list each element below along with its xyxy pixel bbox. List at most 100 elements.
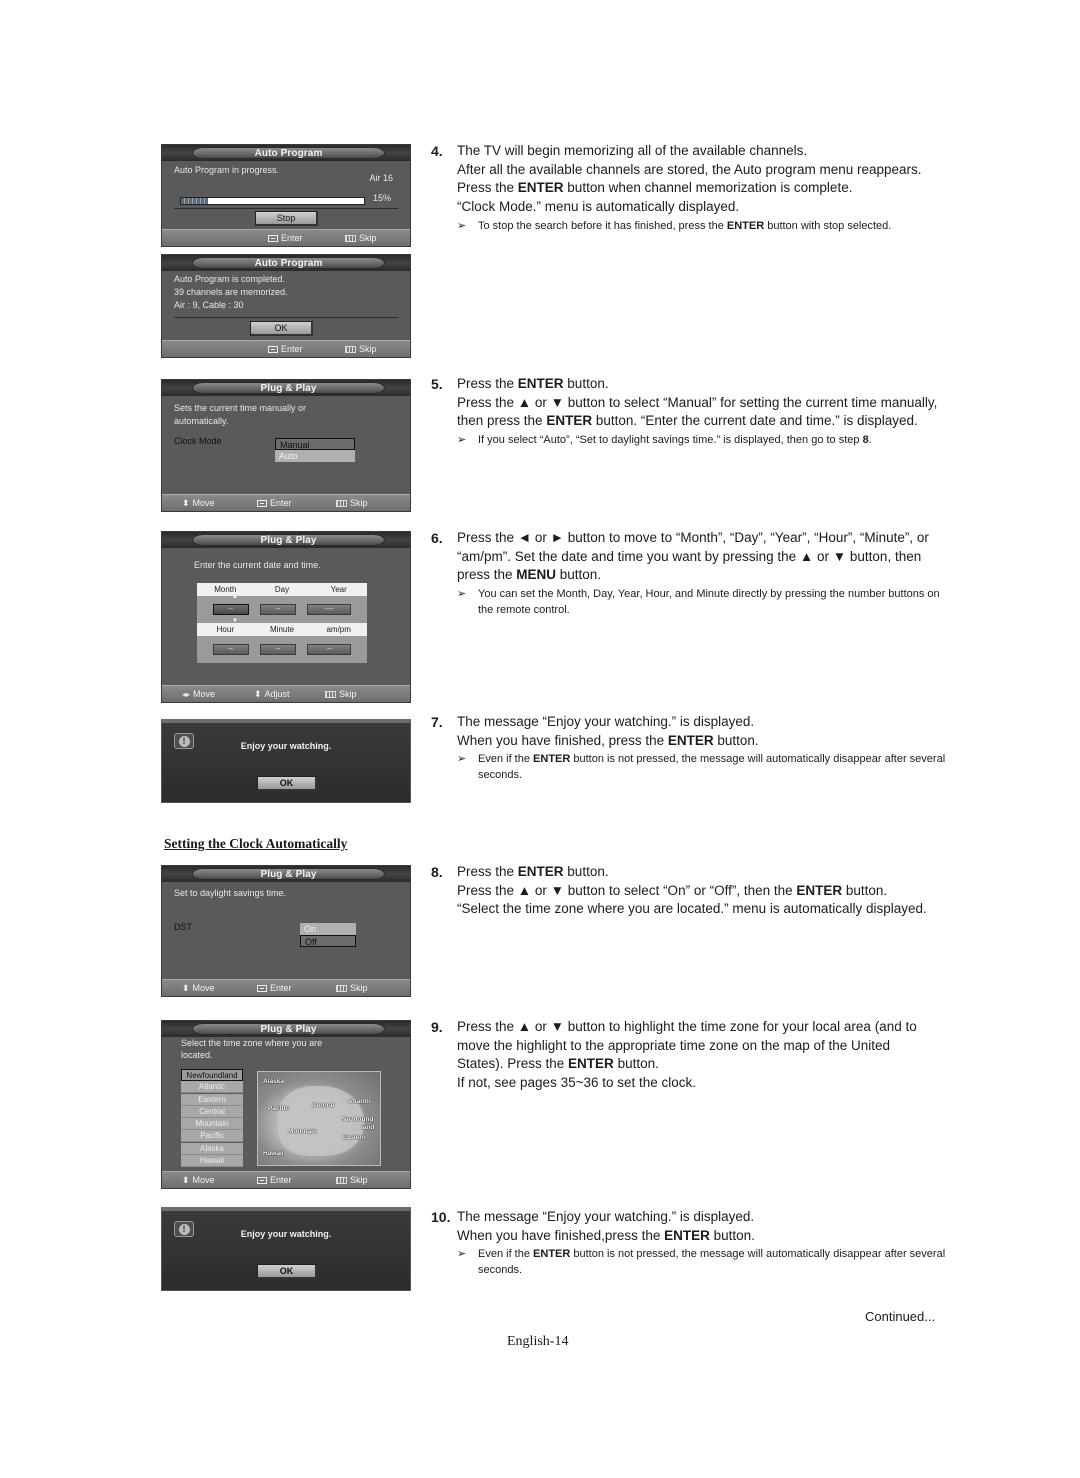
option-off[interactable]: Off [300, 935, 356, 947]
footer-enter[interactable]: Enter [257, 498, 292, 508]
minute-field[interactable]: -- [259, 644, 296, 655]
header-year: Year [330, 585, 347, 594]
skip-icon [345, 345, 356, 353]
dst-label: DST [174, 922, 192, 932]
footer-move[interactable]: ⬍ Move [182, 498, 215, 508]
osd-footer: ⬍ Move Enter Skip [162, 979, 410, 996]
step-line: After all the available channels are sto… [457, 161, 922, 177]
osd-auto-program-progress: Auto Program Auto Program in progress. A… [161, 144, 411, 247]
step-line: move the highlight to the appropriate ti… [457, 1037, 891, 1053]
step-text: The TV will begin memorizing all of the … [457, 142, 951, 217]
zone-atlantic[interactable]: Atlantic [181, 1081, 243, 1094]
bold-term: ENTER [517, 180, 564, 196]
map-label-hawaii: Hawaii [263, 1150, 284, 1157]
time-zone-desc-1: Select the time zone where you are [181, 1038, 323, 1048]
step-note: ➢ You can set the Month, Day, Year, Hour,… [457, 588, 940, 617]
zone-alaska[interactable]: Alaska [181, 1142, 243, 1155]
step-text: Press the ENTER button. Press the ▲ or ▼ … [457, 863, 951, 919]
status-text: Auto Program in progress. [174, 165, 280, 175]
zone-hawaii[interactable]: Hawaii [181, 1155, 243, 1168]
map-label-alaska: Alaska [263, 1078, 284, 1085]
ok-button[interactable]: OK [257, 776, 317, 791]
option-on[interactable]: On [300, 923, 356, 935]
skip-icon [336, 1176, 347, 1184]
footer-enter[interactable]: Enter [257, 983, 292, 993]
map-label-eastern: Eastern [342, 1134, 366, 1141]
bold-term: ENTER [568, 1056, 614, 1072]
footer-enter-label: Enter [270, 498, 292, 508]
osd-title-bar: Plug & Play [162, 380, 410, 396]
step-text: The message “Enjoy your watching.” is di… [457, 1208, 951, 1245]
footer-skip[interactable]: Skip [325, 689, 357, 699]
header-minute: Minute [270, 625, 295, 634]
clock-mode-options: Manual Auto [275, 438, 355, 462]
date-time-panel: Month Day Year -- -- ---- Hour Minute am… [197, 583, 367, 663]
zone-mountain[interactable]: Mountain [181, 1118, 243, 1131]
bold-term: MENU [516, 567, 557, 583]
option-auto[interactable]: Auto [275, 450, 355, 462]
step-line: Press the ◄ or ► button to move to “Mont… [457, 530, 929, 545]
map-label-pacific: Pacific [268, 1105, 289, 1112]
ampm-field[interactable]: -- [307, 644, 352, 655]
bold-term: ENTER [726, 219, 765, 232]
footer-skip[interactable]: Skip [345, 344, 377, 354]
footer-move-label: Move [192, 1175, 215, 1185]
day-field[interactable]: -- [259, 604, 296, 615]
osd-dst: Plug & Play Set to daylight savings time… [161, 865, 411, 997]
step-4: 4. The TV will begin memorizing all of th… [431, 142, 951, 234]
osd-title-bar: Auto Program [162, 255, 410, 271]
footer-move[interactable]: ◂▸ Move [182, 689, 215, 699]
osd-enjoy-message: ! Enjoy your watching. OK [161, 719, 411, 803]
footer-skip[interactable]: Skip [345, 233, 377, 243]
time-headers: Hour Minute am/pm [197, 623, 367, 636]
note-arrow-icon: ➢ [457, 588, 467, 601]
enter-icon [268, 345, 278, 353]
option-manual[interactable]: Manual [275, 438, 355, 450]
continued-label: Continued... [865, 1309, 936, 1324]
footer-adjust[interactable]: ⬍ Adjust [254, 689, 290, 699]
footer-enter[interactable]: Enter [257, 1175, 292, 1185]
footer-skip[interactable]: Skip [336, 983, 368, 993]
osd-title: Plug & Play [192, 1023, 385, 1035]
time-zone-map[interactable]: Alaska Pacific Central Atlantic Newfound… [257, 1071, 381, 1166]
skip-icon [325, 690, 336, 698]
step-line: Press the ENTER button. [457, 376, 609, 391]
osd-title-bar: Auto Program [162, 145, 410, 161]
hour-field[interactable]: -- [212, 644, 249, 655]
channel-readout: Air 16 [369, 173, 393, 183]
footer-skip[interactable]: Skip [336, 1175, 368, 1185]
ok-button[interactable]: OK [257, 1264, 317, 1279]
up-down-icon: ⬍ [182, 497, 190, 508]
zone-eastern[interactable]: Eastern [181, 1093, 243, 1106]
footer-move[interactable]: ⬍ Move [182, 983, 215, 993]
step-7: 7. The message “Enjoy your watching.” is … [431, 713, 951, 783]
footer-enter[interactable]: Enter [268, 344, 303, 354]
year-field[interactable]: ---- [307, 604, 352, 615]
note-arrow-icon: ➢ [457, 434, 467, 447]
step-text: The message “Enjoy your watching.” is di… [457, 713, 951, 750]
zone-central[interactable]: Central [181, 1105, 243, 1118]
step-line: “Select the time zone where you are loca… [457, 901, 927, 917]
step-line: If not, see pages 35~36 to set the clock… [457, 1075, 697, 1091]
ok-button[interactable]: OK [250, 321, 313, 336]
step-note: ➢ If you select “Auto”, “Set to daylight … [457, 434, 872, 447]
osd-title-bar: Plug & Play [162, 532, 410, 548]
step-8: 8. Press the ENTER button. Press the ▲ or … [431, 863, 951, 919]
footer-skip[interactable]: Skip [336, 498, 368, 508]
footer-enter[interactable]: Enter [268, 233, 303, 243]
down-arrow-icon: ▼ [232, 618, 238, 624]
done-line-3: Air : 9, Cable : 30 [174, 300, 244, 310]
month-field[interactable]: -- [212, 604, 249, 615]
footer-move[interactable]: ⬍ Move [182, 1175, 215, 1185]
step-text: Press the ▲ or ▼ button to highlight the… [457, 1018, 951, 1093]
stop-button[interactable]: Stop [255, 211, 318, 226]
map-label-central: Central [312, 1102, 335, 1109]
osd-title: Plug & Play [192, 534, 385, 546]
step-note: ➢ To stop the search before it has finish… [457, 219, 892, 232]
zone-newfoundland[interactable]: Newfoundland [181, 1069, 243, 1081]
step-number: 10. [431, 1209, 451, 1225]
note-arrow-icon: ➢ [457, 1248, 467, 1261]
step-line: press the MENU button. [457, 567, 602, 583]
date-time-desc: Enter the current date and time. [194, 560, 321, 570]
zone-pacific[interactable]: Pacific [181, 1130, 243, 1143]
